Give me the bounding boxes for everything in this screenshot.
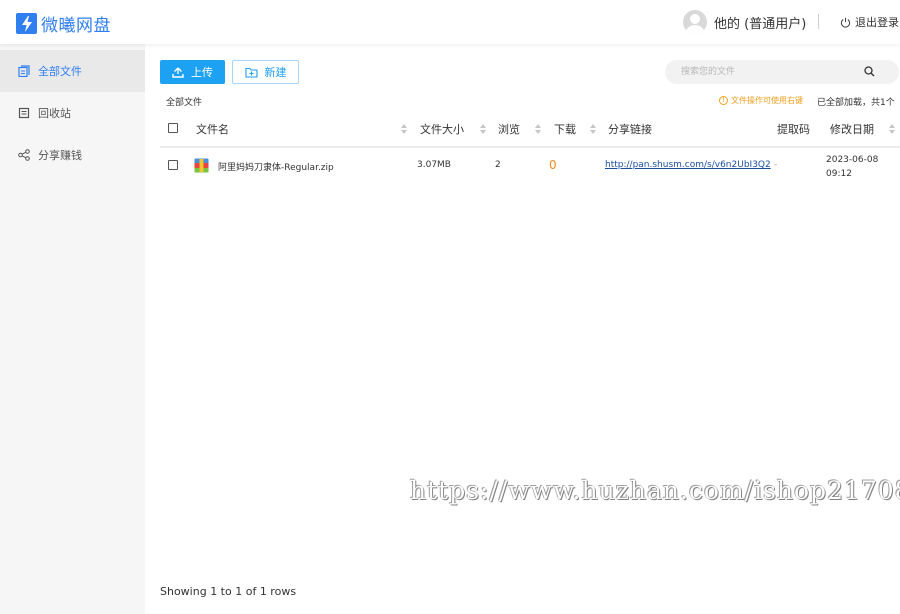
tip-text: 文件操作可使用右键: [731, 96, 803, 105]
column-header-name[interactable]: 文件名: [196, 121, 229, 137]
sort-icon[interactable]: [480, 124, 486, 134]
extract-code: -: [774, 160, 778, 170]
new-folder-icon: [244, 67, 258, 78]
new-label: 新建: [264, 66, 287, 79]
column-header-views[interactable]: 浏览: [498, 121, 520, 137]
app-name: 微曦网盘: [41, 16, 111, 36]
top-header: 微曦网盘 他的 (普通用户) 退出登录: [0, 0, 900, 44]
app-logo[interactable]: 微曦网盘: [16, 11, 111, 36]
file-size: 3.07MB: [417, 160, 451, 170]
lightning-icon: [16, 13, 37, 34]
sidebar-item-label: 全部文件: [38, 65, 82, 78]
avatar[interactable]: [683, 10, 707, 34]
logout-button[interactable]: 退出登录: [840, 14, 899, 30]
search-input[interactable]: [681, 64, 861, 80]
sidebar-item-all-files[interactable]: 全部文件: [0, 50, 145, 92]
sidebar-item-recycle-bin[interactable]: 回收站: [0, 92, 145, 134]
sort-icon[interactable]: [590, 124, 596, 134]
column-header-modified-date[interactable]: 修改日期: [830, 121, 874, 137]
download-count: 0: [549, 158, 557, 172]
header-divider: [818, 14, 819, 29]
modified-date-day: 2023-06-08: [826, 155, 879, 165]
zip-file-icon: [194, 158, 209, 173]
share-link[interactable]: http://pan.shusm.com/s/v6n2UbI3Q2: [605, 160, 771, 170]
upload-label: 上传: [191, 66, 213, 79]
files-icon: [18, 65, 30, 77]
pagination-summary: Showing 1 to 1 of 1 rows: [160, 585, 297, 598]
sidebar-item-share-earn[interactable]: 分享赚钱: [0, 134, 145, 176]
modified-date: 2023-06-08 09:12: [826, 153, 878, 181]
sidebar-item-label: 回收站: [38, 107, 71, 120]
info-icon: !: [719, 96, 728, 105]
sort-icon[interactable]: [889, 124, 895, 134]
load-status: 已全部加载，共1个: [817, 98, 895, 108]
sort-icon[interactable]: [535, 124, 541, 134]
sidebar-item-label: 分享赚钱: [38, 149, 82, 162]
file-name-link[interactable]: 阿里妈妈刀隶体-Regular.zip: [218, 160, 334, 173]
trash-icon: [18, 107, 30, 119]
column-header-extract-code: 提取码: [777, 123, 810, 136]
user-name: 他的 (普通用户): [714, 16, 807, 32]
context-menu-tip: ! 文件操作可使用右键: [719, 95, 803, 106]
user-menu[interactable]: 他的 (普通用户): [683, 10, 806, 34]
modified-date-time: 09:12: [826, 169, 852, 179]
logout-label: 退出登录: [855, 16, 899, 29]
watermark-text: https://www.huzhan.com/ishop21708: [410, 476, 900, 505]
power-icon: [840, 17, 851, 28]
column-header-downloads[interactable]: 下载: [554, 121, 576, 137]
sort-icon[interactable]: [401, 124, 407, 134]
column-header-share-link: 分享链接: [608, 123, 652, 136]
new-button[interactable]: 新建: [232, 60, 299, 84]
breadcrumb[interactable]: 全部文件: [166, 95, 202, 108]
column-header-size[interactable]: 文件大小: [420, 121, 464, 137]
table-header-divider: [160, 146, 900, 148]
search-icon[interactable]: [864, 66, 875, 77]
upload-icon: [172, 67, 184, 78]
view-count: 2: [495, 160, 501, 170]
share-icon: [18, 149, 30, 161]
row-checkbox[interactable]: [168, 160, 178, 170]
select-all-checkbox[interactable]: [168, 123, 178, 133]
upload-button[interactable]: 上传: [160, 60, 225, 84]
sidebar: 全部文件 回收站 分享赚钱: [0, 44, 145, 614]
